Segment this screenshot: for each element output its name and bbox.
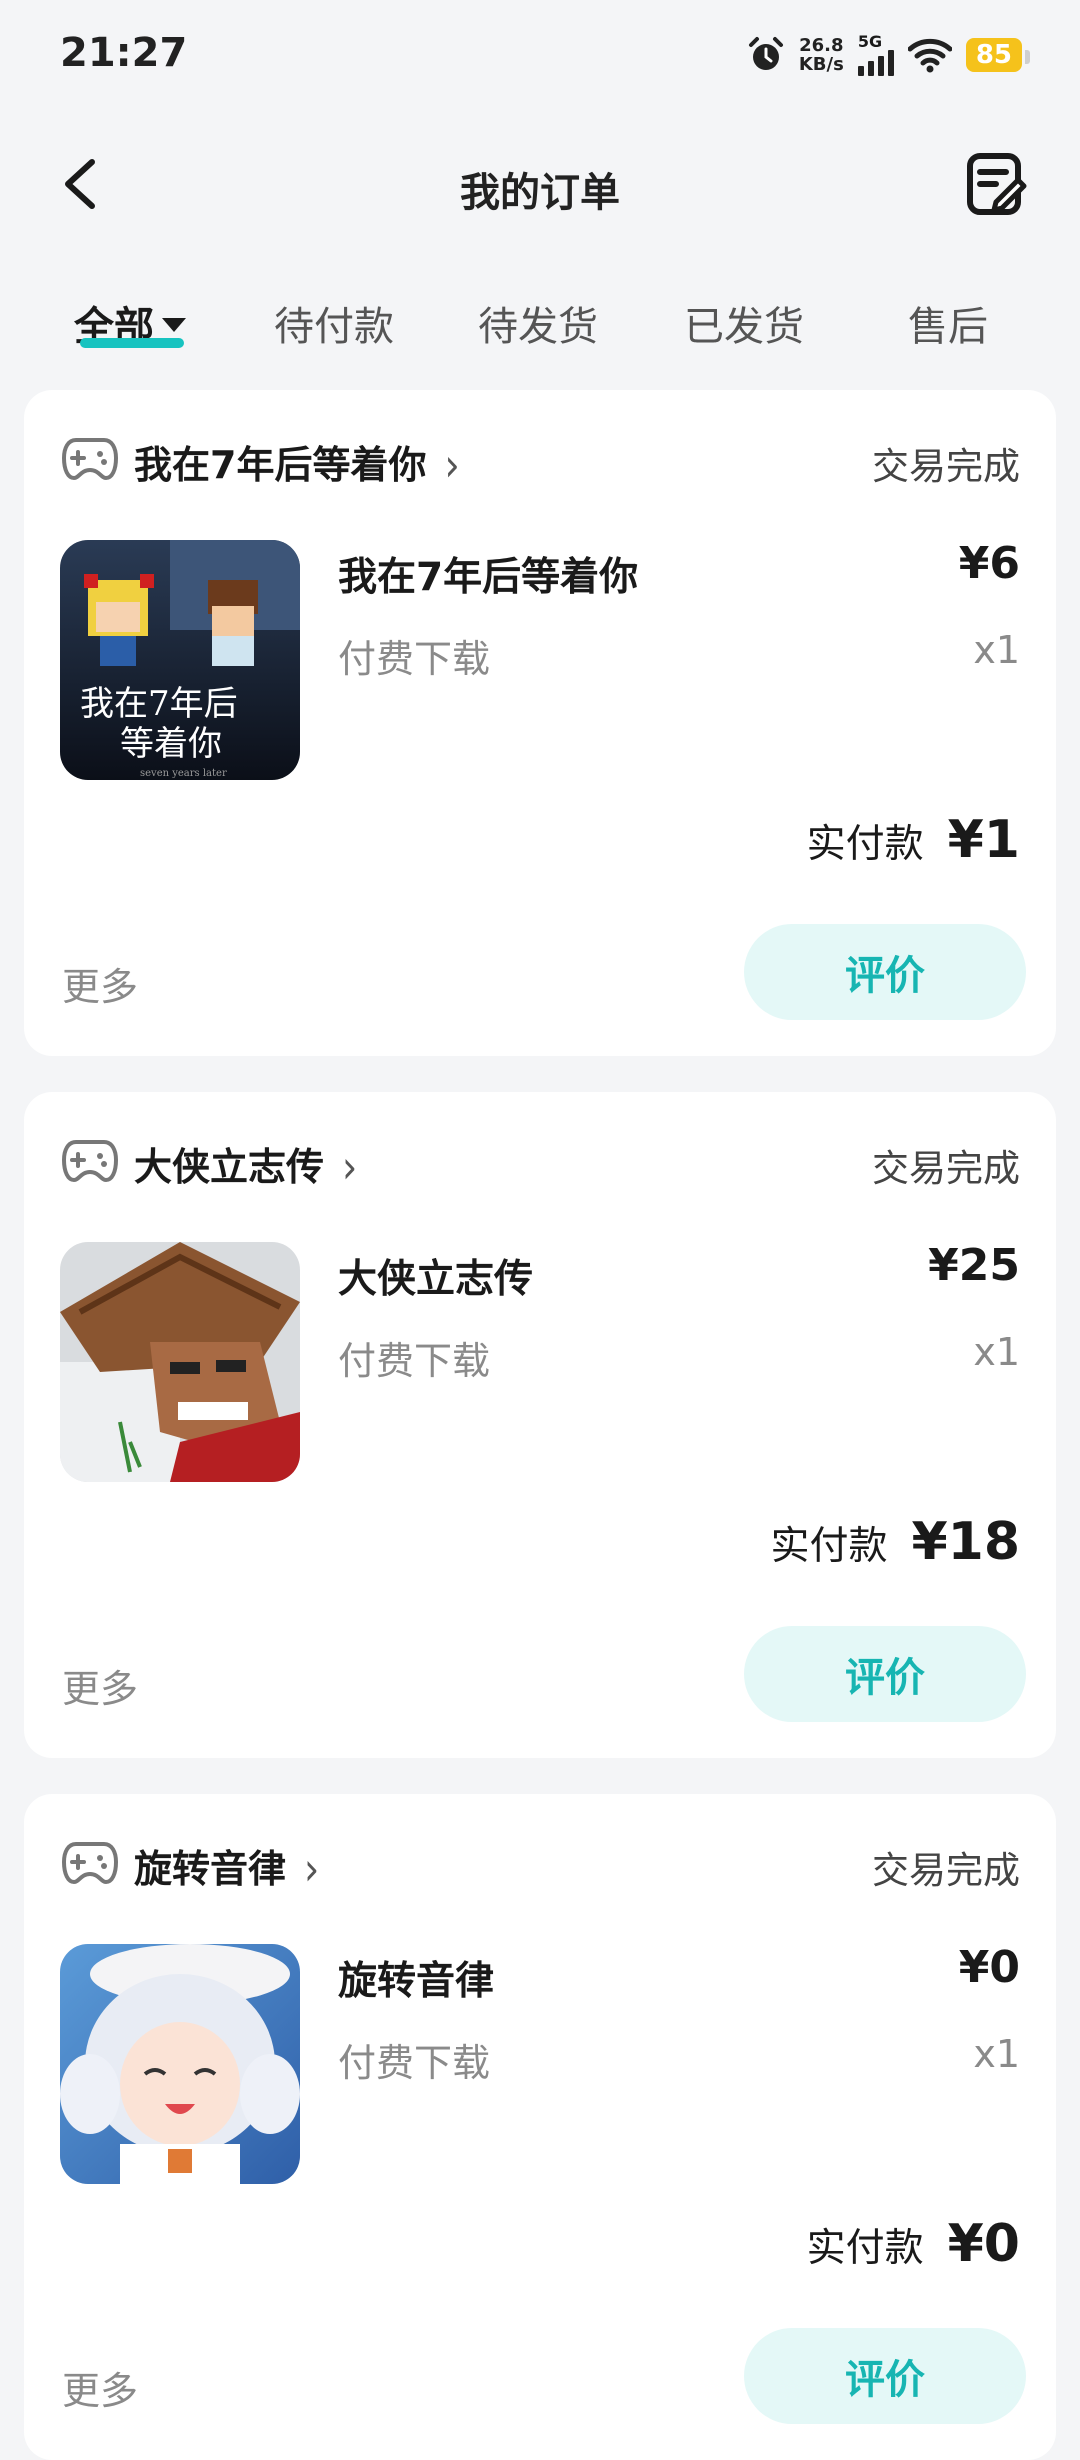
wifi-icon [907, 38, 952, 73]
paid-amount-row: 实付款 ¥18 [770, 1512, 1020, 1572]
gamepad-icon [62, 1140, 118, 1183]
paid-value: ¥1 [947, 810, 1020, 870]
shop-row[interactable]: 大侠立志传 › 交易完成 [62, 1130, 1020, 1194]
product-price: ¥0 [958, 1942, 1020, 1993]
shop-name: 我在7年后等着你 › [134, 434, 460, 492]
product-name[interactable]: 大侠立志传 [338, 1248, 533, 1304]
product-quantity: x1 [973, 1330, 1020, 1374]
paid-label: 实付款 [806, 2226, 924, 2271]
status-time: 21:27 [60, 30, 188, 76]
product-name[interactable]: 我在7年后等着你 [338, 546, 638, 602]
signal-icon: 5G [857, 32, 894, 76]
shop-name-text: 我在7年后等着你 [134, 443, 427, 487]
page-title: 我的订单 [460, 170, 620, 216]
top-navbar: 我的订单 [0, 130, 1080, 240]
product-name[interactable]: 旋转音律 [338, 1950, 494, 2006]
more-button[interactable]: 更多 [62, 956, 138, 1011]
status-icons: 26.8 KB/s 5G 85 [747, 30, 1031, 80]
chevron-right-icon: › [304, 1842, 320, 1896]
more-button[interactable]: 更多 [62, 1658, 138, 1713]
paid-amount-row: 实付款 ¥0 [807, 2214, 1020, 2274]
paid-label: 实付款 [806, 822, 924, 867]
thumb-title-line2: 等着你 [120, 724, 222, 764]
thumb-title-line1: 我在7年后 [80, 684, 238, 724]
product-type: 付费下载 [338, 637, 491, 681]
product-quantity: x1 [973, 628, 1020, 672]
paid-value: ¥18 [911, 1512, 1020, 1572]
shop-name: 旋转音律 › [134, 1838, 320, 1896]
order-card: 大侠立志传 › 交易完成 大侠立志传 付费下载 ¥25 x1 实付款 ¥18 更多… [24, 1092, 1056, 1758]
product-quantity: x1 [973, 2032, 1020, 2076]
shop-name-text: 旋转音律 [134, 1847, 287, 1891]
shop-row[interactable]: 我在7年后等着你 › 交易完成 [62, 428, 1020, 492]
thumb-title-line3: seven years later [140, 768, 227, 779]
order-status: 交易完成 [872, 1147, 1020, 1190]
shop-row[interactable]: 旋转音律 › 交易完成 [62, 1832, 1020, 1896]
paid-label: 实付款 [770, 1524, 888, 1569]
order-card: 我在7年后等着你 › 交易完成 我在7年后 等着你 seven years lat… [24, 390, 1056, 1056]
product-price: ¥25 [928, 1240, 1020, 1291]
alarm-icon [748, 37, 783, 70]
order-status: 交易完成 [872, 1849, 1020, 1892]
tab-shipped[interactable]: 已发货 [684, 294, 804, 352]
product-price: ¥6 [958, 538, 1020, 589]
product-thumbnail[interactable]: 我在7年后 等着你 seven years later [60, 540, 300, 780]
more-button[interactable]: 更多 [62, 2360, 138, 2415]
review-button[interactable]: 评价 [744, 1626, 1026, 1722]
tab-pending-payment[interactable]: 待付款 [274, 294, 394, 352]
paid-value: ¥0 [947, 2214, 1020, 2274]
product-type: 付费下载 [338, 2041, 491, 2085]
edit-note-icon[interactable] [966, 152, 1028, 218]
battery-icon: 85 [965, 38, 1031, 72]
network-type: 5G [857, 32, 883, 51]
shop-name: 大侠立志传 › [134, 1136, 358, 1194]
net-speed-unit: KB/s [798, 54, 844, 75]
review-button[interactable]: 评价 [744, 924, 1026, 1020]
net-speed: 26.8 KB/s [799, 36, 844, 74]
product-thumbnail[interactable] [60, 1242, 300, 1482]
order-card: 旋转音律 › 交易完成 旋转音律 付费下载 ¥0 x1 实付款 ¥0 更多 评价 [24, 1794, 1056, 2460]
order-tabs: 全部 待付款 待发货 已发货 售后 [0, 280, 1080, 360]
active-tab-indicator [80, 338, 184, 348]
product-thumbnail[interactable] [60, 1944, 300, 2184]
product-type: 付费下载 [338, 1339, 491, 1383]
paid-amount-row: 实付款 ¥1 [807, 810, 1020, 870]
chevron-right-icon: › [342, 1140, 358, 1194]
shop-name-text: 大侠立志传 [134, 1145, 325, 1189]
tab-pending-shipment[interactable]: 待发货 [478, 294, 598, 352]
chevron-right-icon: › [444, 438, 460, 492]
order-status: 交易完成 [872, 445, 1020, 488]
status-bar: 21:27 26.8 KB/s 5G 85 [0, 0, 1080, 110]
net-speed-value: 26.8 [799, 35, 844, 56]
gamepad-icon [62, 1842, 118, 1885]
tab-after-sales[interactable]: 售后 [908, 294, 988, 352]
gamepad-icon [62, 438, 118, 481]
caret-down-icon [162, 318, 186, 332]
review-button[interactable]: 评价 [744, 2328, 1026, 2424]
